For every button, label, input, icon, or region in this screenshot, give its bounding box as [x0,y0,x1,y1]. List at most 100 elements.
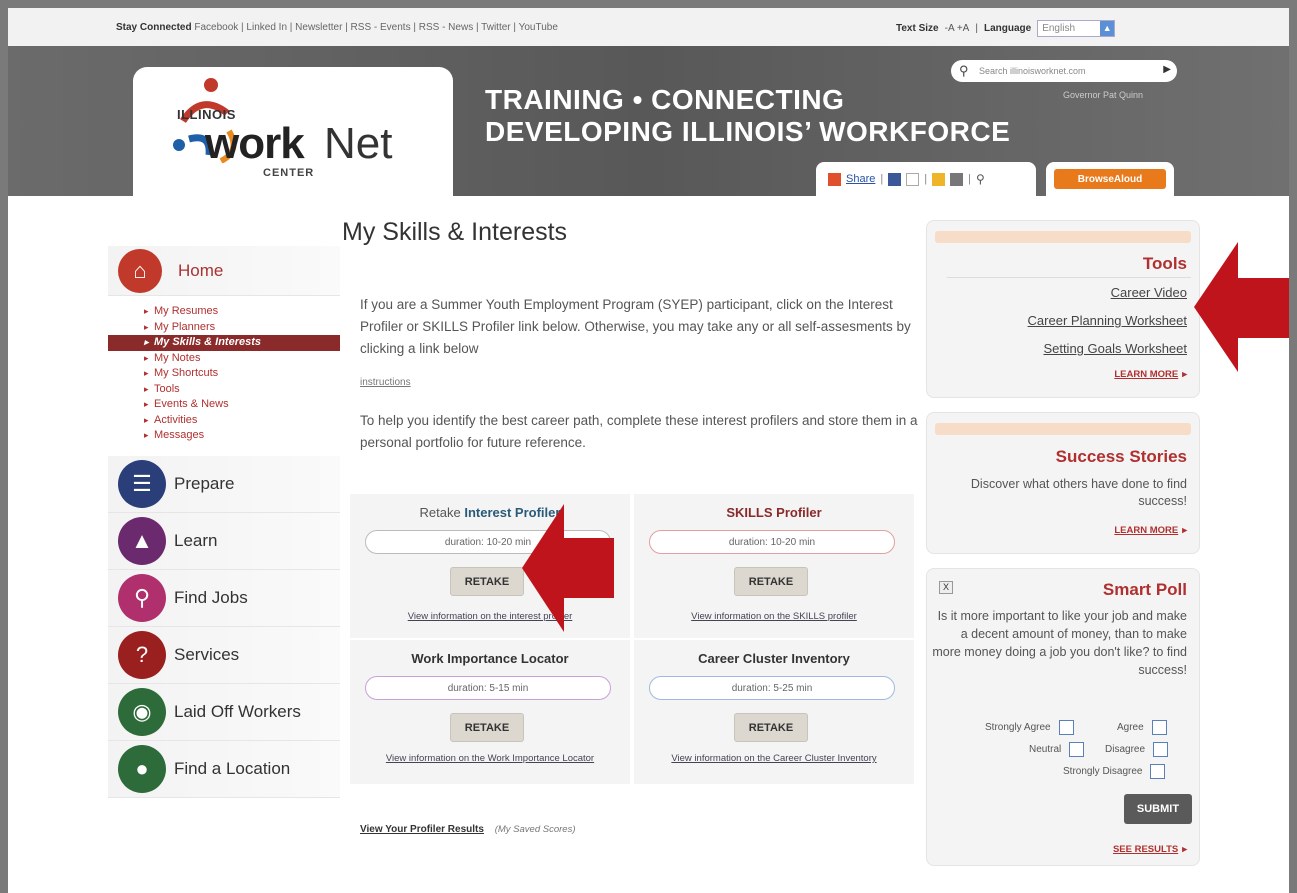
profiler-title[interactable]: SKILLS Profiler [634,505,914,520]
share-link[interactable]: Share [846,173,875,185]
zoom-icon[interactable]: ⚲ [976,172,985,186]
clipboard-icon: ☰ [118,459,166,508]
profiler-info-link[interactable]: View information on the Career Cluster I… [644,749,904,768]
nav-learn[interactable]: ▲ Learn [108,512,340,570]
see-results-link[interactable]: SEE RESULTS [1113,844,1187,855]
instructions-link[interactable]: instructions [360,377,411,388]
profiler-card-work-importance: Work Importance Locator duration: 5-15 m… [350,640,630,784]
logo-work-text: work [205,119,305,168]
subnav-item-activities[interactable]: Activities [144,413,340,429]
retake-button[interactable]: RETAKE [450,567,524,596]
search-go-icon[interactable]: ▶ [1163,64,1171,75]
view-results-link[interactable]: View Your Profiler Results [360,824,484,835]
profiler-info-link[interactable]: View information on the Work Importance … [360,749,620,768]
tool-link-career-video[interactable]: Career Video [1111,285,1187,300]
poll-option-strongly-agree[interactable]: Strongly Agree [985,720,1074,735]
profiler-info-link[interactable]: View information on the SKILLS profiler [644,607,904,626]
results-note: (My Saved Scores) [494,824,576,835]
retake-button[interactable]: RETAKE [450,713,524,742]
nav-laid-off-workers[interactable]: ◉ Laid Off Workers [108,683,340,741]
nav-home[interactable]: ⌂ Home [108,246,340,296]
share-toolbar: Share | | | ⚲ [816,162,1036,196]
annotation-arrow-icon [522,504,614,632]
page-title: My Skills & Interests [342,218,568,246]
success-learn-more-link[interactable]: LEARN MORE [1114,525,1187,536]
poll-option-agree[interactable]: Agree [1117,720,1167,735]
retake-button[interactable]: RETAKE [734,567,808,596]
language-label: Language [983,23,1032,34]
tool-link-career-planning[interactable]: Career Planning Worksheet [1028,313,1187,328]
smart-poll-panel: X Smart Poll Is it more important to lik… [926,568,1200,866]
profiler-title-name: Career Cluster Inventory [698,651,850,666]
nav-find-jobs-label: Find Jobs [174,587,248,607]
nav-laid-off-label: Laid Off Workers [174,701,301,721]
option-label: Strongly Disagree [1063,766,1143,777]
tools-title: Tools [1142,254,1187,273]
subnav-item-messages[interactable]: Messages [144,428,340,444]
subnav-item-my-resumes[interactable]: My Resumes [144,304,340,320]
profiler-title[interactable]: Work Importance Locator [350,651,630,666]
site-logo[interactable]: ILLINOIS work Net CENTER [133,67,453,197]
success-description: Discover what others have done to find s… [970,477,1187,508]
poll-option-neutral[interactable]: Neutral [1029,742,1085,757]
language-select[interactable]: English ▲ [1037,20,1116,37]
subnav-item-events-news[interactable]: Events & News [144,397,340,413]
share-icon[interactable] [828,172,841,186]
poll-option-disagree[interactable]: Disagree [1105,742,1169,757]
success-stories-panel: Success Stories Discover what others hav… [926,412,1200,554]
annotation-arrow-icon [1194,242,1289,372]
divider: | [880,173,884,185]
home-submenu: My Resumes My Planners My Skills & Inter… [108,296,340,456]
retake-button[interactable]: RETAKE [734,713,808,742]
utility-bar: Stay Connected Facebook | Linked In | Ne… [8,8,1289,46]
text-size-label: Text Size [896,23,939,34]
site-search-input[interactable]: ⚲ Search illinoisworknet.com ▶ [951,60,1177,82]
checkbox[interactable] [1058,720,1074,735]
option-label: Strongly Agree [985,722,1051,733]
poll-option-strongly-disagree[interactable]: Strongly Disagree [1063,764,1166,779]
checkbox[interactable] [1150,764,1166,779]
duration-badge: duration: 5-25 min [649,676,895,700]
browsealoud-button[interactable]: BrowseAloud [1054,169,1166,189]
facebook-icon[interactable] [888,172,902,186]
checkbox[interactable] [1151,720,1167,735]
poll-submit-button[interactable]: SUBMIT [1124,794,1192,824]
print-icon[interactable] [950,172,964,186]
subnav-item-my-notes[interactable]: My Notes [144,351,340,367]
nav-find-location[interactable]: ● Find a Location [108,740,340,798]
checkbox[interactable] [1153,742,1169,757]
checkbox[interactable] [1069,742,1085,757]
help-person-icon: ? [118,630,166,679]
main-content: If you are a Summer Youth Employment Pro… [342,264,918,854]
profiler-results: View Your Profiler Results (My Saved Sco… [360,824,576,835]
profiler-title[interactable]: Career Cluster Inventory [634,651,914,666]
profiler-title-name: SKILLS Profiler [726,505,822,520]
social-links-list[interactable]: Facebook | Linked In | Newsletter | RSS … [194,22,558,33]
site-settings: Text Size -A +A | Language English ▲ [896,20,1116,37]
logo-net-text: Net [324,119,393,168]
bookmark-icon[interactable] [932,172,946,186]
subnav-item-tools[interactable]: Tools [144,382,340,398]
option-label: Disagree [1105,744,1146,755]
panel-accent [935,231,1191,243]
nav-home-label: Home [178,260,224,280]
subnav-item-my-planners[interactable]: My Planners [144,320,340,336]
magnifier-icon: ⚲ [118,573,166,622]
subnav-item-my-skills-interests[interactable]: My Skills & Interests [108,335,340,351]
poll-question: Is it more important to like your job an… [932,609,1187,677]
tool-link-setting-goals[interactable]: Setting Goals Worksheet [1043,341,1187,356]
text-size-options[interactable]: -A +A [945,23,970,34]
divider [947,277,1191,278]
tagline-line-2: DEVELOPING ILLINOIS’ WORKFORCE [485,116,1011,147]
divider: | [924,173,928,185]
intro-text-2: To help you identify the best career pat… [360,413,918,450]
email-icon[interactable] [906,172,920,186]
nav-find-jobs[interactable]: ⚲ Find Jobs [108,569,340,627]
nav-services[interactable]: ? Services [108,626,340,684]
tools-learn-more-link[interactable]: LEARN MORE [1114,369,1187,380]
subnav-item-my-shortcuts[interactable]: My Shortcuts [144,366,340,382]
success-title: Success Stories [1055,447,1187,466]
nav-prepare[interactable]: ☰ Prepare [108,455,340,513]
left-navigation: ⌂ Home My Resumes My Planners My Skills … [108,246,340,798]
close-icon[interactable]: X [939,581,953,594]
